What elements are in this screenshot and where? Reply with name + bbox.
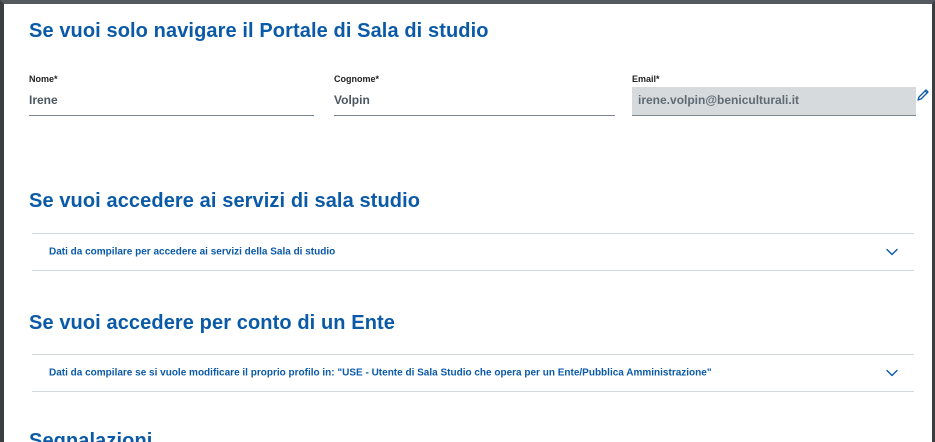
cognome-underline — [334, 115, 615, 116]
cognome-value[interactable]: Volpin — [334, 93, 370, 107]
section-title-ente: Se vuoi accedere per conto di un Ente — [29, 312, 396, 334]
accordion-services[interactable]: Dati da compilare per accedere ai serviz… — [32, 233, 914, 271]
email-label: Email* — [632, 74, 660, 84]
accordion-ente[interactable]: Dati da compilare se si vuole modificare… — [32, 354, 914, 392]
nome-value[interactable]: Irene — [29, 93, 58, 107]
accordion-ente-label[interactable]: Dati da compilare se si vuole modificare… — [49, 368, 712, 379]
page-frame: Se vuoi solo navigare il Portale di Sala… — [0, 0, 935, 442]
email-value: irene.volpin@beniculturali.it — [638, 93, 800, 107]
nome-underline — [29, 115, 314, 116]
cognome-label: Cognome* — [334, 74, 379, 84]
section-title-services: Se vuoi accedere ai servizi di sala stud… — [29, 190, 421, 212]
section-title-navigate: Se vuoi solo navigare il Portale di Sala… — [29, 20, 489, 42]
chevron-down-icon[interactable] — [886, 369, 898, 377]
chevron-down-icon[interactable] — [886, 248, 898, 256]
section-title-reports: Segnalazioni — [29, 430, 153, 442]
cognome-field[interactable]: Cognome* Volpin — [334, 74, 615, 118]
email-underline — [632, 115, 916, 116]
pencil-icon[interactable] — [916, 88, 930, 102]
nome-field[interactable]: Nome* Irene — [29, 74, 314, 118]
accordion-services-label[interactable]: Dati da compilare per accedere ai serviz… — [49, 247, 335, 258]
nome-label: Nome* — [29, 74, 58, 84]
email-field: Email* irene.volpin@beniculturali.it — [632, 74, 916, 118]
